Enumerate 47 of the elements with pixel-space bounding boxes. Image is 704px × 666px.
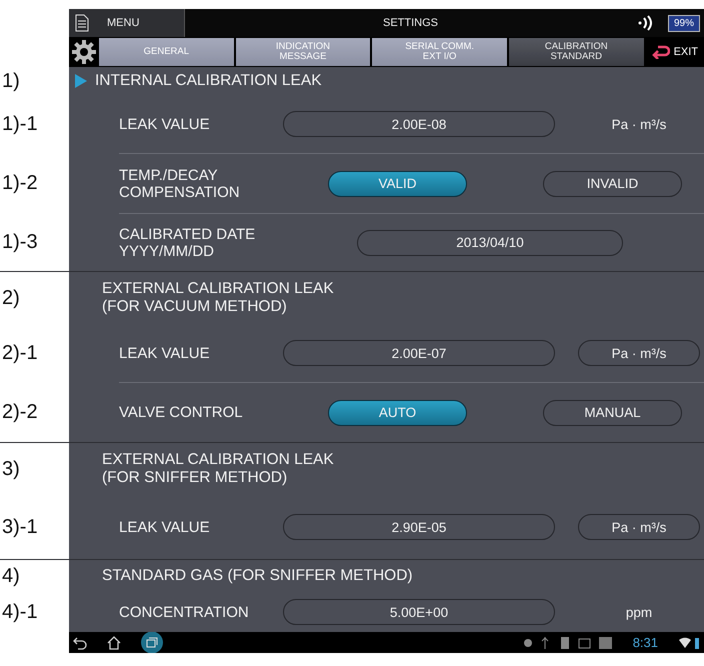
setting-label: TEMP./DECAY COMPENSATION — [119, 166, 241, 200]
setting-label: LEAK VALUE — [119, 344, 211, 362]
setting-label: LEAK VALUE — [119, 518, 211, 536]
settings-tab[interactable]: CALIBRATION STANDARD — [508, 38, 644, 66]
home-icon[interactable] — [107, 636, 121, 650]
option-button[interactable]: MANUAL — [543, 400, 682, 426]
battery-indicator: 99% — [668, 14, 700, 32]
item-number: 1)-1 — [2, 112, 38, 136]
item-number: 2)-2 — [2, 400, 38, 424]
value-field[interactable]: 2.00E-07 — [283, 340, 555, 366]
setting-label: CALIBRATED DATE YYYY/MM/DD — [119, 226, 256, 260]
section-number: 1) — [2, 70, 20, 92]
menu-button[interactable]: MENU — [69, 9, 185, 37]
item-number: 2)-1 — [2, 342, 38, 364]
item-number: 1)-2 — [2, 172, 38, 194]
option-button[interactable]: AUTO — [328, 400, 467, 426]
section-title: EXTERNAL CALIBRATION LEAK (FOR SNIFFER METHOD) — [102, 451, 334, 487]
section-title: STANDARD GAS (FOR SNIFFER METHOD) — [102, 567, 413, 585]
setting-label: VALVE CONTROL — [119, 404, 244, 421]
unit-label: Pa · m³/s — [610, 116, 668, 132]
option-button[interactable]: INVALID — [543, 170, 682, 196]
section-number: 4) — [2, 564, 20, 588]
section-title: INTERNAL CALIBRATION LEAK — [95, 72, 322, 90]
item-number: 4)-1 — [2, 600, 38, 624]
setting-label: LEAK VALUE — [119, 116, 211, 132]
date-field[interactable]: 2013/04/10 — [357, 230, 623, 256]
item-number: 3)-1 — [2, 516, 38, 538]
section-number: 2) — [2, 286, 20, 310]
unit-button[interactable]: Pa · m³/s — [578, 340, 700, 366]
item-number: 1)-3 — [2, 230, 38, 254]
value-field[interactable]: 2.90E-05 — [283, 514, 555, 540]
section-number: 3) — [2, 458, 20, 480]
unit-label: ppm — [624, 604, 654, 620]
clock-time: 8:31 — [632, 635, 658, 650]
settings-icon[interactable] — [71, 39, 97, 65]
unit-button[interactable]: Pa · m³/s — [578, 514, 700, 540]
signal-icon — [636, 15, 654, 31]
back-icon[interactable] — [73, 636, 87, 650]
option-button[interactable]: VALID — [328, 170, 467, 196]
return-arrow-icon — [652, 45, 670, 59]
section-title: EXTERNAL CALIBRATION LEAK (FOR VACUUM METHOD) — [102, 280, 334, 316]
setting-label: CONCENTRATION — [119, 604, 250, 620]
screen-title: SETTINGS — [382, 17, 439, 29]
value-field[interactable]: 5.00E+00 — [283, 599, 555, 625]
value-field[interactable]: 2.00E-08 — [283, 111, 555, 137]
recent-apps-icon[interactable] — [141, 632, 163, 653]
document-icon — [75, 14, 89, 32]
